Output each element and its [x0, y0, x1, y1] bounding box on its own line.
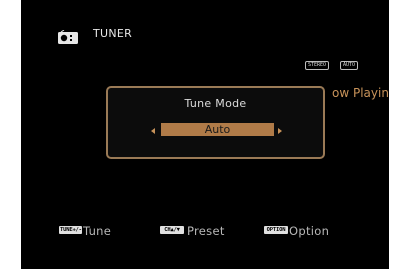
- preset-label[interactable]: Preset: [187, 224, 225, 238]
- channel-key-icon: CH▲/▼: [160, 226, 184, 234]
- radio-icon: [58, 30, 78, 44]
- arrow-left-icon[interactable]: [151, 128, 155, 134]
- now-playing-label: ow Playing: [332, 86, 389, 100]
- tune-mode-dialog: Tune Mode Auto: [106, 86, 325, 159]
- tune-label[interactable]: Tune: [83, 224, 111, 238]
- arrow-right-icon[interactable]: [278, 128, 282, 134]
- stereo-badge: STEREO: [305, 61, 330, 70]
- footer-key-guide: TUNE+/- Tune CH▲/▼ Preset OPTION Option: [21, 224, 389, 238]
- tune-mode-selector[interactable]: Auto: [161, 123, 274, 136]
- option-key-icon: OPTION: [264, 226, 288, 234]
- source-title: TUNER: [93, 27, 133, 40]
- tune-mode-value: Auto: [204, 123, 231, 136]
- option-label[interactable]: Option: [289, 224, 329, 238]
- tune-key-icon: TUNE+/-: [59, 226, 82, 234]
- dialog-title: Tune Mode: [184, 97, 247, 110]
- auto-badge: AUTO: [340, 61, 359, 70]
- tv-screen: TUNER STEREO AUTO ow Playing Tune Mode A…: [21, 0, 389, 269]
